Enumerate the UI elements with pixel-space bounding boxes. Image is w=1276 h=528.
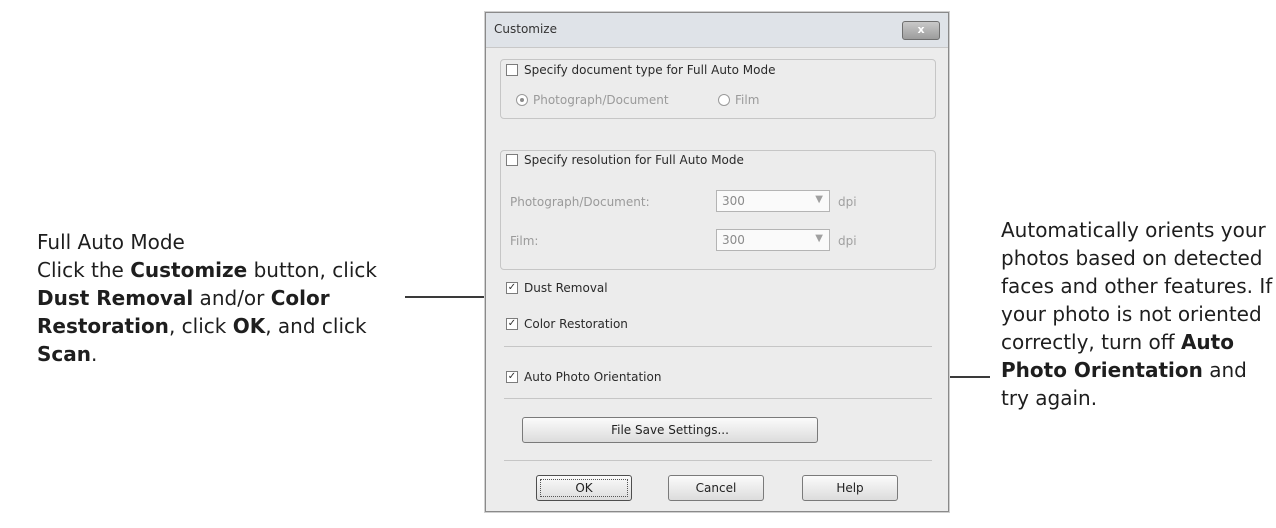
dust-removal-checkbox[interactable]: ✓ Dust Removal [506,281,608,295]
doc-type-checkbox[interactable]: Specify document type for Full Auto Mode [506,63,780,77]
film-resolution-label: Film: [510,234,539,248]
checkmark-icon: ✓ [506,318,518,330]
file-save-settings-button[interactable]: File Save Settings... [522,417,818,443]
film-resolution-value: 300 [722,233,745,247]
resolution-checkbox[interactable]: Specify resolution for Full Auto Mode [506,153,748,167]
full-auto-mode-callout: Full Auto Mode Click the Customize butto… [37,228,417,368]
photo-resolution-value: 300 [722,194,745,208]
dialog-title: Customize [494,22,557,36]
ok-button[interactable]: OK [536,475,632,501]
checkmark-icon: ✓ [506,371,518,383]
doc-type-label: Specify document type for Full Auto Mode [524,63,776,77]
resolution-label: Specify resolution for Full Auto Mode [524,153,744,167]
auto-photo-orientation-checkbox[interactable]: ✓ Auto Photo Orientation [506,370,661,384]
separator [504,346,932,347]
film-resolution-unit: dpi [838,234,857,248]
radio-unselected-icon [718,94,730,106]
photo-resolution-select[interactable]: 300 ▼ [716,190,830,212]
chevron-down-icon: ▼ [815,194,823,205]
customize-dialog: Customize x Specify document type for Fu… [485,12,949,512]
radio-film-label: Film [735,93,760,107]
help-button[interactable]: Help [802,475,898,501]
photo-resolution-label: Photograph/Document: [510,195,650,209]
color-restoration-checkbox[interactable]: ✓ Color Restoration [506,317,628,331]
photo-resolution-unit: dpi [838,195,857,209]
radio-selected-icon [516,94,528,106]
callout-body: Click the Customize button, click Dust R… [37,258,377,366]
film-resolution-select[interactable]: 300 ▼ [716,229,830,251]
radio-photo-label: Photograph/Document [533,93,669,107]
checkbox-icon [506,154,518,166]
separator [504,398,932,399]
dialog-titlebar[interactable]: Customize x [486,13,948,48]
auto-orientation-callout: Automatically orients your photos based … [1001,218,1273,410]
radio-photograph-document[interactable]: Photograph/Document [516,93,669,107]
color-restoration-label: Color Restoration [524,317,628,331]
auto-photo-orientation-label: Auto Photo Orientation [524,370,662,384]
checkbox-icon [506,64,518,76]
close-icon: x [917,23,925,36]
chevron-down-icon: ▼ [815,233,823,244]
dust-removal-label: Dust Removal [524,281,608,295]
cancel-button[interactable]: Cancel [668,475,764,501]
checkmark-icon: ✓ [506,282,518,294]
callout-heading: Full Auto Mode [37,230,185,254]
separator [504,460,932,461]
radio-film[interactable]: Film [718,93,759,107]
close-button[interactable]: x [902,21,940,40]
